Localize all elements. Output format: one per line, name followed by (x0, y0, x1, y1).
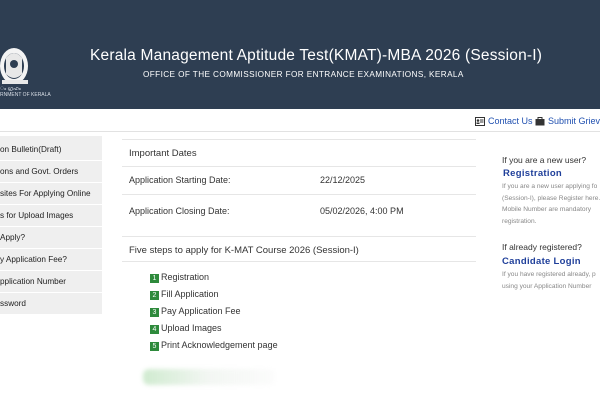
briefcase-icon (535, 117, 545, 126)
page-subtitle: OFFICE OF THE COMMISSIONER FOR ENTRANCE … (143, 70, 464, 79)
header-divider (0, 131, 600, 132)
contact-us-link[interactable]: Contact Us (475, 116, 533, 130)
step-number-badge: 3 (150, 308, 159, 317)
new-user-note-line: Mobile Number are mandatory (502, 206, 592, 213)
step-number-badge: 2 (150, 291, 159, 300)
new-user-note: If you are a new user applying fo (Sessi… (502, 181, 600, 227)
step-number-badge: 5 (150, 342, 159, 351)
step-print-acknowledgement: 5 Print Acknowledgement page (150, 340, 278, 352)
submit-grievance-link[interactable]: Submit Grieva (535, 116, 600, 130)
section-divider (122, 139, 476, 140)
registered-note-line: If you have registered already, p (502, 271, 596, 278)
important-dates-heading: Important Dates (129, 148, 197, 159)
emblem-caption: ം ഗ്രഹം RNMENT OF KERALA (0, 86, 60, 98)
registered-note: If you have registered already, p using … (502, 269, 600, 292)
candidate-login-link[interactable]: Candidate Login (502, 256, 600, 267)
start-date-value: 22/12/2025 (320, 175, 366, 185)
registration-link[interactable]: Registration (503, 168, 600, 179)
sidebar-item-password[interactable]: ssword (0, 293, 102, 315)
step-label: Pay Application Fee (161, 306, 241, 316)
step-label: Registration (161, 272, 210, 282)
step-number-badge: 4 (150, 325, 159, 334)
contact-us-label[interactable]: Contact Us (488, 116, 533, 126)
start-date-label: Application Starting Date: (129, 175, 231, 185)
row-divider (122, 261, 476, 262)
closing-date-label: Application Closing Date: (129, 206, 230, 216)
page-title: Kerala Management Aptitude Test(KMAT)-MB… (90, 47, 543, 64)
step-registration: 1 Registration (150, 272, 209, 284)
row-divider (122, 166, 476, 167)
step-label: Upload Images (161, 323, 222, 333)
steps-heading: Five steps to apply for K-MAT Course 202… (129, 245, 359, 256)
sidebar-item-govt-orders[interactable]: ons and Govt. Orders (0, 161, 102, 183)
sidebar-menu: on Bulletin(Draft) ons and Govt. Orders … (0, 136, 102, 315)
step-label: Print Acknowledgement page (161, 340, 278, 350)
submit-grievance-label[interactable]: Submit Grieva (548, 116, 600, 126)
sidebar-item-websites[interactable]: sites For Applying Online (0, 183, 102, 205)
emblem-caption-line-2: RNMENT OF KERALA (0, 92, 51, 98)
new-user-note-line: registration. (502, 217, 537, 225)
new-user-note-line: (Session-I), please Register here. (502, 194, 600, 202)
row-divider (122, 194, 476, 195)
sidebar-item-how-to-apply[interactable]: Apply? (0, 227, 102, 249)
sidebar-item-bulletin[interactable]: on Bulletin(Draft) (0, 139, 102, 161)
step-upload-images: 4 Upload Images (150, 323, 222, 335)
new-user-question: If you are a new user? (502, 155, 587, 165)
step-fill-application: 2 Fill Application (150, 289, 219, 301)
registered-note-line: using your Application Number (502, 282, 592, 290)
sidebar-item-application-number[interactable]: pplication Number (0, 271, 102, 293)
page-header: ം ഗ്രഹം RNMENT OF KERALA Kerala Manageme… (0, 0, 600, 109)
step-label: Fill Application (161, 289, 219, 299)
row-divider (122, 236, 476, 237)
registered-question: If already registered? (502, 242, 582, 252)
sidebar-item-upload-images[interactable]: s for Upload Images (0, 205, 102, 227)
blurred-banner (143, 369, 275, 385)
step-pay-fee: 3 Pay Application Fee (150, 306, 241, 318)
new-user-note-line: If you are a new user applying fo (502, 183, 598, 190)
step-number-badge: 1 (150, 274, 159, 283)
contact-card-icon (475, 117, 485, 126)
sidebar-item-pay-fee[interactable]: y Application Fee? (0, 249, 102, 271)
closing-date-value: 05/02/2026, 4:00 PM (320, 206, 404, 216)
